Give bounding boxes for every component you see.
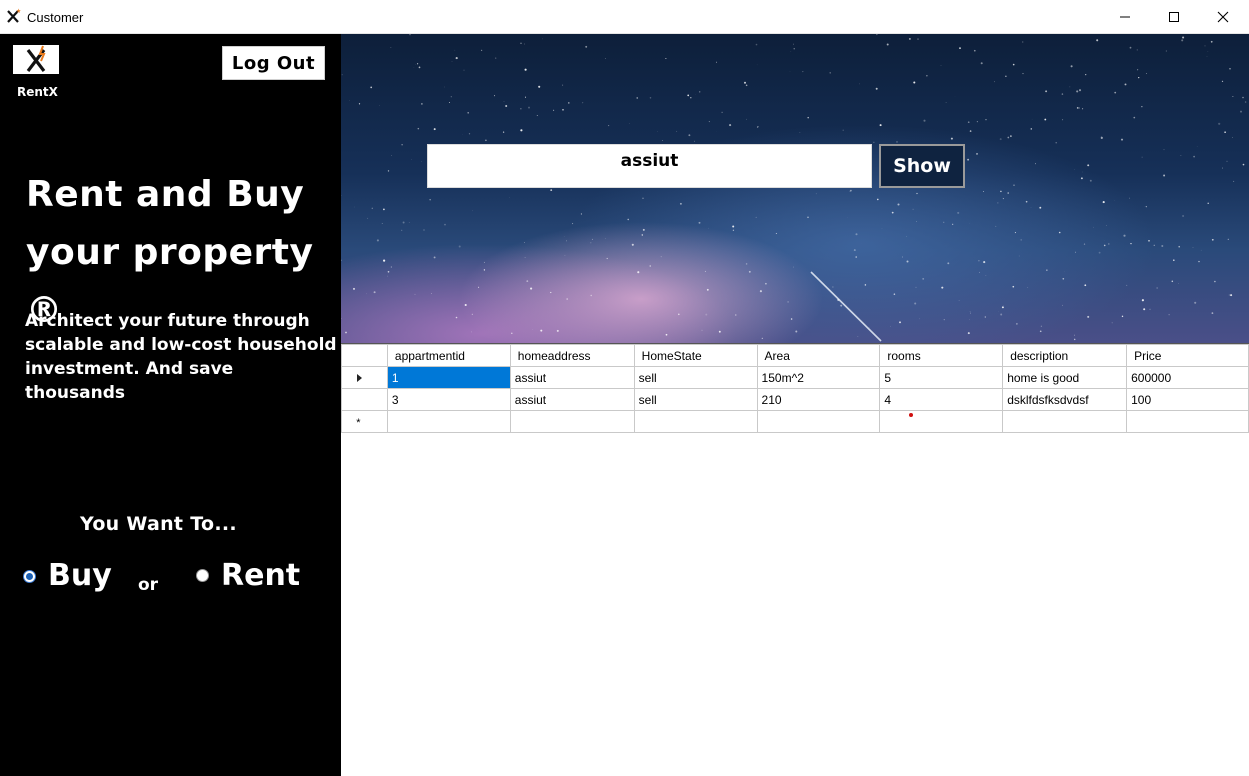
table-row[interactable]: 1 assiut sell 150m^2 5 home is good 6000… — [341, 366, 1249, 389]
maximize-icon — [1169, 12, 1179, 22]
table-cell[interactable] — [633, 410, 758, 433]
table-cell[interactable] — [756, 410, 881, 433]
column-header[interactable]: HomeState — [633, 344, 758, 367]
table-cell[interactable]: 210 — [756, 388, 881, 411]
title-bar: Customer — [0, 0, 1249, 34]
table-cell[interactable]: 150m^2 — [756, 366, 881, 389]
table-cell[interactable]: home is good — [1002, 366, 1128, 389]
table-cell[interactable] — [1002, 410, 1128, 433]
close-button[interactable] — [1200, 0, 1246, 34]
table-cell[interactable] — [1126, 410, 1249, 433]
table-cell[interactable]: 100 — [1126, 388, 1249, 411]
cursor-dot — [909, 413, 913, 417]
column-header[interactable]: Price — [1126, 344, 1249, 367]
table-cell[interactable]: sell — [633, 366, 758, 389]
table-cell[interactable]: 600000 — [1126, 366, 1249, 389]
logo — [13, 45, 59, 74]
maximize-button[interactable] — [1151, 0, 1197, 34]
buy-option-label[interactable]: Buy — [48, 558, 112, 593]
row-header-corner — [341, 344, 388, 367]
sidebar: RentX Log Out Rent and Buy your property… — [0, 34, 341, 776]
table-cell[interactable]: assiut — [509, 388, 635, 411]
new-row-marker: * — [356, 416, 361, 429]
header-row: appartmentid homeaddress HomeState Area … — [341, 344, 1249, 367]
minimize-icon — [1120, 16, 1130, 18]
table-cell[interactable] — [509, 410, 635, 433]
minimize-button[interactable] — [1102, 0, 1148, 34]
table-cell[interactable] — [386, 410, 511, 433]
logout-button[interactable]: Log Out — [222, 46, 325, 80]
table-cell[interactable] — [879, 410, 1004, 433]
buy-radio[interactable] — [23, 570, 36, 583]
row-header[interactable]: * — [341, 410, 388, 433]
table-cell[interactable]: 1 — [386, 366, 511, 389]
column-header[interactable]: homeaddress — [509, 344, 635, 367]
apartments-table: appartmentid homeaddress HomeState Area … — [341, 344, 1249, 433]
table-row[interactable]: 3 assiut sell 210 4 dsklfdsfksdvdsf 100 — [341, 388, 1249, 411]
column-header[interactable]: Area — [756, 344, 881, 367]
row-header[interactable] — [341, 366, 388, 389]
data-grid[interactable]: appartmentid homeaddress HomeState Area … — [341, 343, 1249, 776]
search-input[interactable] — [427, 144, 872, 188]
rent-option-label[interactable]: Rent — [221, 558, 300, 593]
column-header[interactable]: appartmentid — [386, 344, 511, 367]
banner: Show — [341, 34, 1249, 343]
table-cell[interactable]: 5 — [879, 366, 1004, 389]
current-row-icon — [356, 373, 362, 382]
table-cell[interactable]: assiut — [509, 366, 635, 389]
window-title: Customer — [27, 10, 84, 25]
or-label: or — [138, 575, 159, 595]
want-label: You Want To... — [80, 513, 237, 535]
row-header[interactable] — [341, 388, 388, 411]
starfield-background — [341, 34, 1247, 342]
table-cell[interactable]: 4 — [879, 388, 1004, 411]
table-cell[interactable]: sell — [633, 388, 758, 411]
logo-icon — [26, 45, 46, 72]
column-header[interactable]: rooms — [879, 344, 1004, 367]
new-row[interactable]: * — [341, 410, 1249, 433]
rent-radio[interactable] — [196, 569, 209, 582]
hero-subtitle: Architect your future through scalable a… — [25, 311, 337, 403]
table-cell[interactable]: 3 — [386, 388, 511, 411]
table-cell[interactable]: dsklfdsfksdvdsf — [1002, 388, 1128, 411]
app-icon — [7, 8, 21, 23]
column-header[interactable]: description — [1002, 344, 1128, 367]
close-icon — [1217, 11, 1229, 23]
logo-text: RentX — [17, 85, 58, 99]
show-button[interactable]: Show — [879, 144, 965, 188]
